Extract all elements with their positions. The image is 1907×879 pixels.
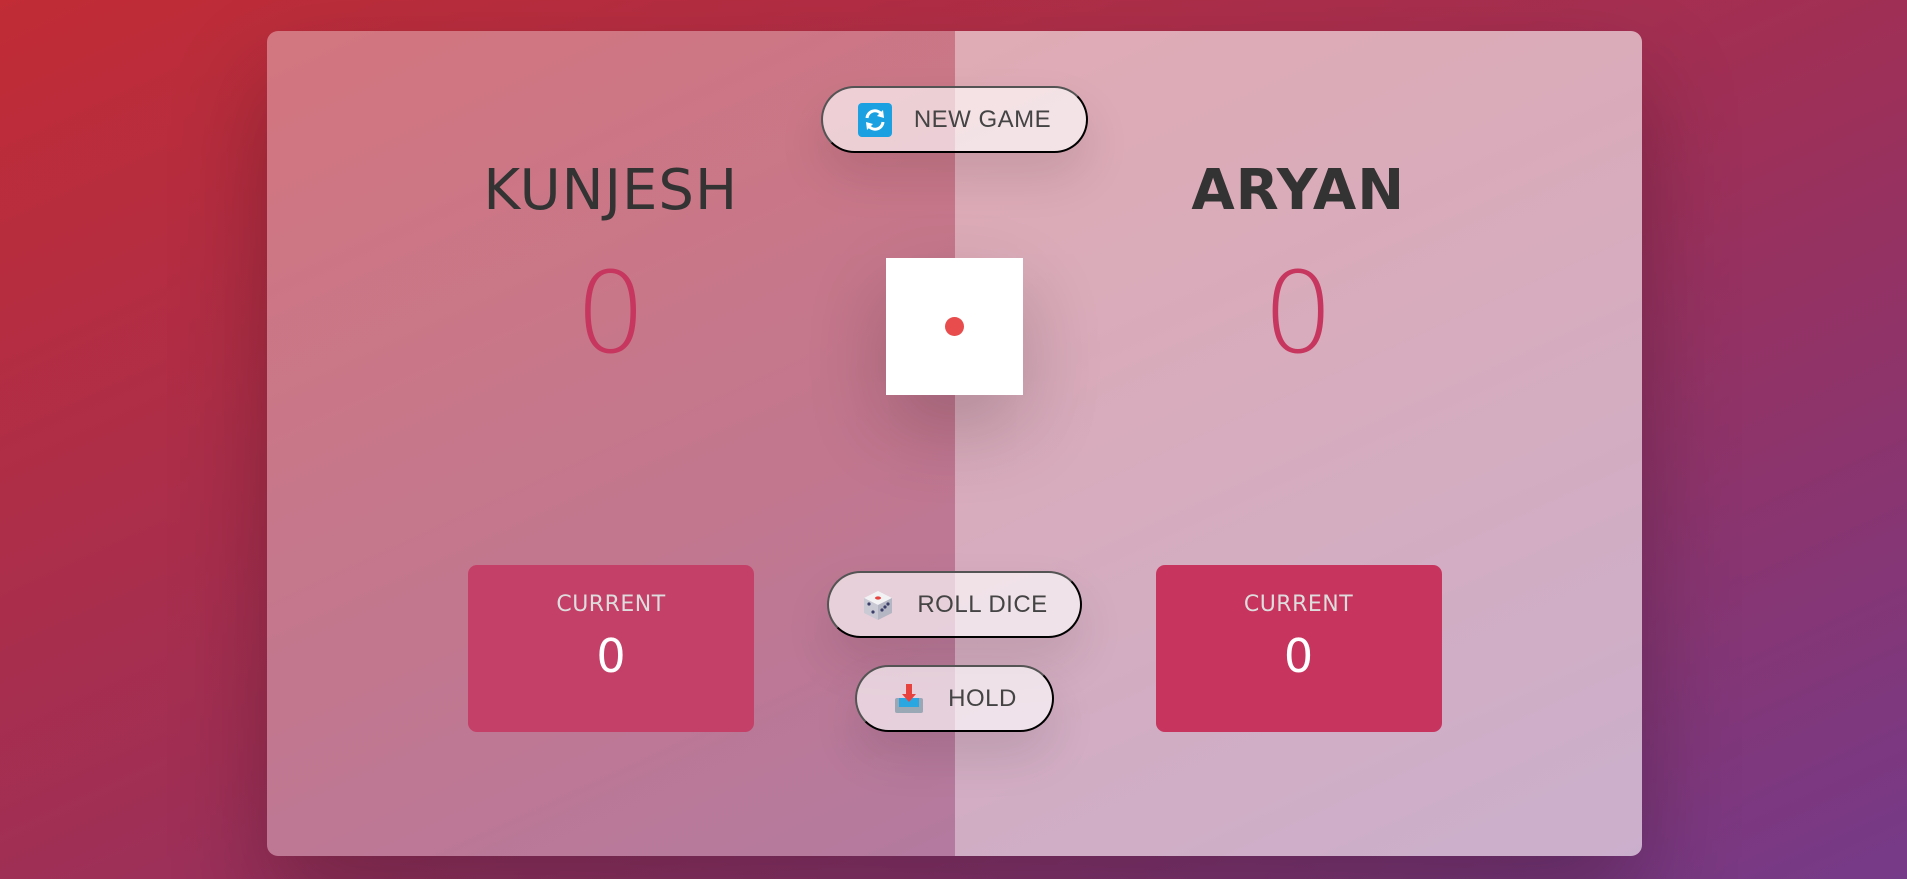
player-panel-aryan: ARYAN 0 CURRENT 0 — [954, 31, 1642, 856]
player-name: ARYAN — [1191, 158, 1406, 223]
current-score-box: CURRENT 0 — [1155, 565, 1442, 732]
new-game-label: NEW GAME — [913, 105, 1052, 133]
player-name: KUNJESH — [483, 158, 739, 223]
dice-pip — [945, 317, 964, 336]
refresh-icon — [857, 102, 892, 137]
new-game-button[interactable]: NEW GAME — [821, 86, 1088, 153]
game-board: KUNJESH 0 CURRENT 0 ARYAN 0 CURRENT 0 — [267, 31, 1642, 856]
current-label: CURRENT — [556, 592, 666, 617]
player-total-score: 0 — [1262, 249, 1334, 379]
current-score: 0 — [1283, 629, 1314, 683]
dice — [886, 258, 1023, 395]
current-label: CURRENT — [1243, 592, 1354, 617]
player-panel-kunjesh: KUNJESH 0 CURRENT 0 — [267, 31, 955, 856]
inbox-tray-icon — [892, 682, 926, 716]
roll-dice-label: ROLL DICE — [917, 590, 1048, 618]
roll-dice-button[interactable]: ROLL DICE — [827, 571, 1082, 638]
current-score-box: CURRENT 0 — [468, 565, 754, 732]
hold-label: HOLD — [948, 684, 1017, 712]
hold-button[interactable]: HOLD — [855, 665, 1054, 732]
dice-icon — [861, 588, 895, 622]
player-total-score: 0 — [575, 249, 647, 379]
current-score: 0 — [596, 629, 626, 683]
